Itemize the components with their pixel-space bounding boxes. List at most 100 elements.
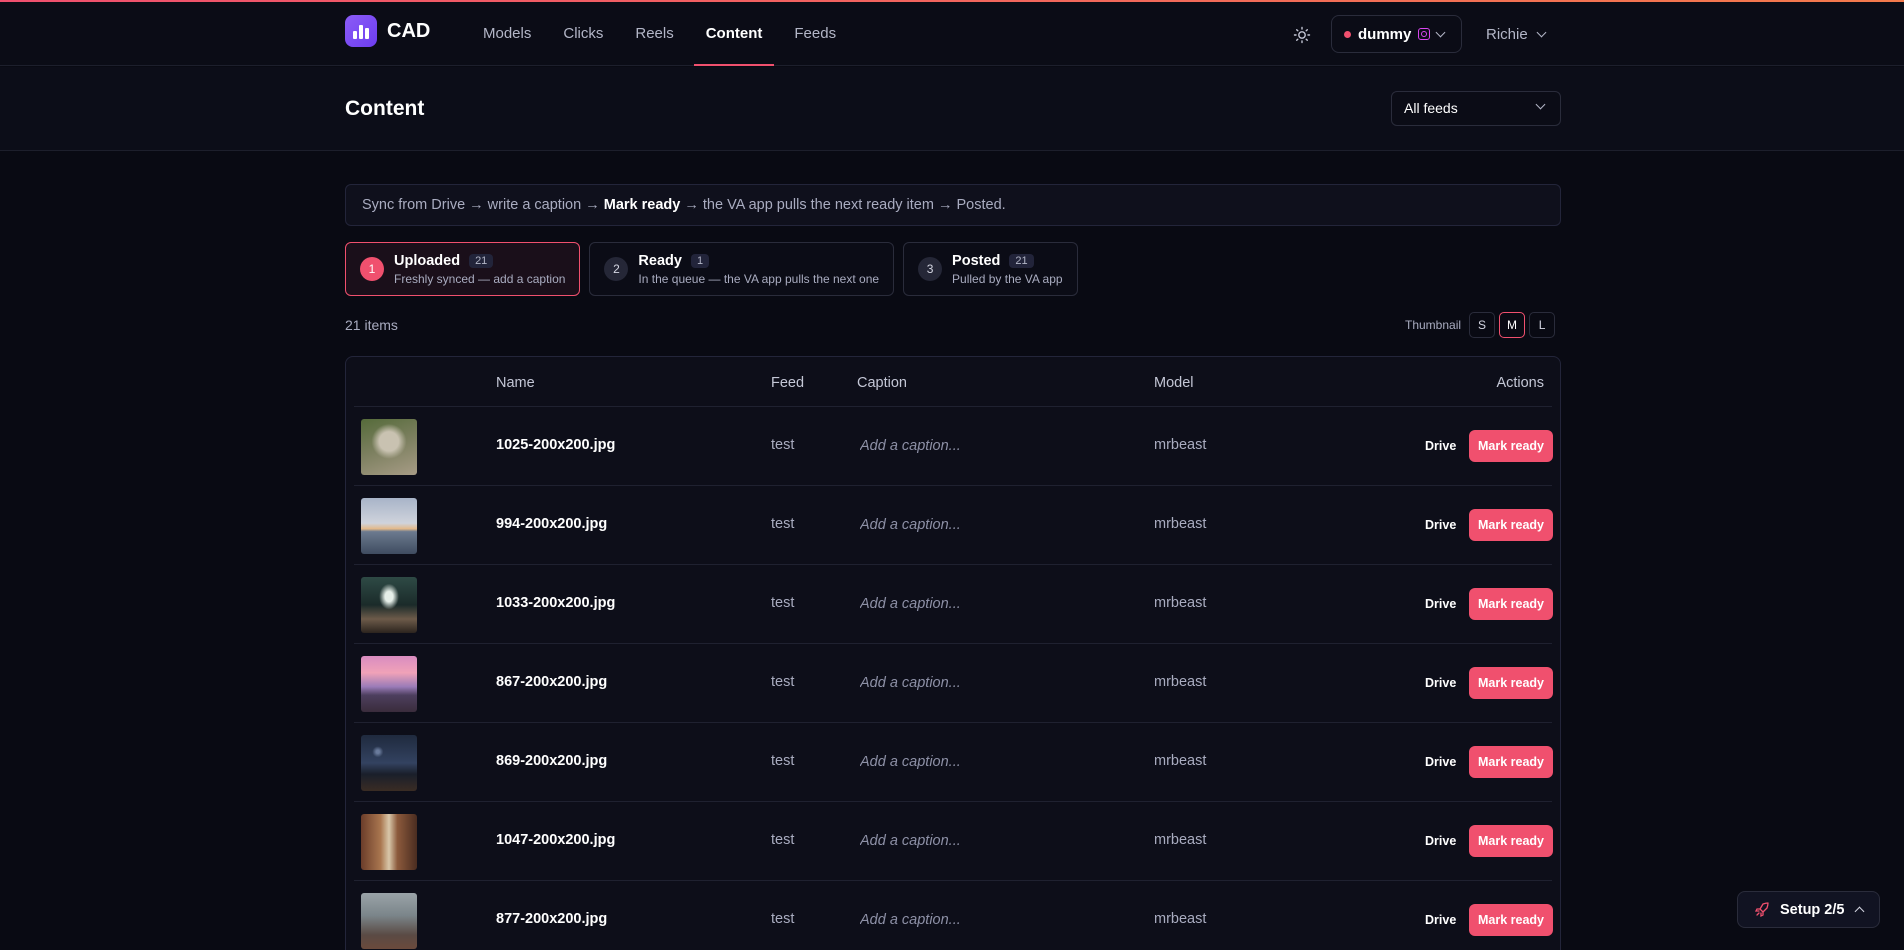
table-row: 994-200x200.jpg test mrbeast Drive Mark read… xyxy=(354,486,1553,565)
info-text-before: Sync from Drive → write a caption → xyxy=(362,197,604,213)
step-title: Posted xyxy=(952,252,1001,269)
size-s-button[interactable]: S xyxy=(1469,312,1496,338)
caption-input[interactable] xyxy=(860,830,1120,852)
feed-value: test xyxy=(771,832,795,848)
thumbnail-label: Thumbnail xyxy=(1405,318,1462,332)
nav-content[interactable]: Content xyxy=(690,2,779,66)
chevron-down-icon xyxy=(1535,99,1546,110)
size-m-button[interactable]: M xyxy=(1499,312,1526,338)
table-row: 877-200x200.jpg test mrbeast Drive Mark read… xyxy=(354,881,1553,950)
sun-icon[interactable] xyxy=(1293,26,1311,44)
step-posted[interactable]: 3 Posted 21 Pulled by the VA app xyxy=(903,242,1078,296)
nav-feeds[interactable]: Feeds xyxy=(778,2,852,66)
drive-link[interactable]: Drive xyxy=(1425,518,1456,532)
model-value: mrbeast xyxy=(1154,516,1207,532)
step-ready[interactable]: 2 Ready 1 In the queue — the VA app pulls… xyxy=(589,242,895,296)
drive-link[interactable]: Drive xyxy=(1425,755,1456,769)
feed-filter-value: All feeds xyxy=(1404,100,1458,116)
user-menu[interactable]: Richie xyxy=(1486,15,1547,53)
thumbnail-image[interactable] xyxy=(361,419,417,475)
step-count: 21 xyxy=(469,253,494,268)
mark-ready-button[interactable]: Mark ready xyxy=(1469,430,1553,462)
caption-input[interactable] xyxy=(860,593,1120,615)
items-count: 21 items xyxy=(345,317,398,333)
step-subtitle: Pulled by the VA app xyxy=(952,271,1063,286)
mark-ready-button[interactable]: Mark ready xyxy=(1469,667,1553,699)
model-value: mrbeast xyxy=(1154,832,1207,848)
step-subtitle: Freshly synced — add a caption xyxy=(394,271,566,286)
model-value: mrbeast xyxy=(1154,911,1207,927)
content-table: Name Feed Caption Model Actions 1025-200… xyxy=(345,356,1561,950)
size-l-button[interactable]: L xyxy=(1529,312,1556,338)
feed-value: test xyxy=(771,753,795,769)
step-uploaded[interactable]: 1 Uploaded 21 Freshly synced — add a capt… xyxy=(345,242,581,296)
mark-ready-button[interactable]: Mark ready xyxy=(1469,904,1553,936)
thumbnail-image[interactable] xyxy=(361,498,417,554)
header-actions: Actions xyxy=(1496,375,1544,391)
caption-input[interactable] xyxy=(860,672,1120,694)
feed-value: test xyxy=(771,595,795,611)
rocket-icon xyxy=(1754,901,1769,917)
thumbnail-image[interactable] xyxy=(361,814,417,870)
step-count: 1 xyxy=(690,253,710,268)
drive-link[interactable]: Drive xyxy=(1425,913,1456,927)
info-text-after: → the VA app pulls the next ready item →… xyxy=(680,197,1006,213)
table-row: 1025-200x200.jpg test mrbeast Drive Mark rea… xyxy=(354,407,1553,486)
main-nav: Models Clicks Reels Content Feeds xyxy=(467,2,852,66)
caption-input[interactable] xyxy=(860,514,1120,536)
feed-value: test xyxy=(771,674,795,690)
nav-clicks[interactable]: Clicks xyxy=(547,2,619,66)
thumbnail-image[interactable] xyxy=(361,656,417,712)
file-name: 1033-200x200.jpg xyxy=(496,595,616,611)
page-header xyxy=(0,67,1904,151)
app-name: CAD xyxy=(387,19,431,42)
feed-value: test xyxy=(771,516,795,532)
step-number: 2 xyxy=(604,257,629,281)
thumbnail-image[interactable] xyxy=(361,577,417,633)
app-logo[interactable]: CAD xyxy=(345,15,430,47)
caption-input[interactable] xyxy=(860,751,1120,773)
header-feed: Feed xyxy=(771,375,805,391)
thumbnail-image[interactable] xyxy=(361,735,417,791)
mark-ready-button[interactable]: Mark ready xyxy=(1469,825,1553,857)
header-model: Model xyxy=(1154,375,1194,391)
feed-value: test xyxy=(771,911,795,927)
file-name: 877-200x200.jpg xyxy=(496,911,608,927)
drive-link[interactable]: Drive xyxy=(1425,439,1456,453)
step-count: 21 xyxy=(1009,253,1034,268)
table-row: 869-200x200.jpg test mrbeast Drive Mark read… xyxy=(354,723,1553,802)
thumbnail-size-toggle: Thumbnail S M L xyxy=(1405,312,1556,338)
drive-link[interactable]: Drive xyxy=(1425,676,1456,690)
status-steps: 1 Uploaded 21 Freshly synced — add a capt… xyxy=(345,242,1078,296)
page-title: Content xyxy=(345,97,425,120)
step-subtitle: In the queue — the VA app pulls the next… xyxy=(638,271,880,286)
table-row: 1047-200x200.jpg test mrbeast Drive Mark rea… xyxy=(354,802,1553,881)
thumbnail-image[interactable] xyxy=(361,893,417,949)
mark-ready-button[interactable]: Mark ready xyxy=(1469,588,1553,620)
chevron-down-icon xyxy=(1435,27,1446,37)
drive-link[interactable]: Drive xyxy=(1425,834,1456,848)
file-name: 1025-200x200.jpg xyxy=(496,437,616,453)
file-name: 1047-200x200.jpg xyxy=(496,832,616,848)
instagram-icon xyxy=(1418,28,1431,40)
chevron-up-icon xyxy=(1855,906,1865,917)
nav-models[interactable]: Models xyxy=(467,2,547,66)
mark-ready-button[interactable]: Mark ready xyxy=(1469,746,1553,778)
step-title: Uploaded xyxy=(394,252,461,269)
setup-progress-button[interactable]: Setup 2/5 xyxy=(1737,891,1880,928)
nav-reels[interactable]: Reels xyxy=(619,2,689,66)
info-text-bold: Mark ready xyxy=(603,197,681,213)
user-name: Richie xyxy=(1486,25,1528,43)
chevron-down-icon xyxy=(1536,27,1547,37)
caption-input[interactable] xyxy=(860,909,1120,931)
account-switcher[interactable]: dummy xyxy=(1331,15,1462,53)
model-value: mrbeast xyxy=(1154,753,1207,769)
feed-filter-select[interactable]: All feeds xyxy=(1391,91,1561,126)
table-row: 1033-200x200.jpg test mrbeast Drive Mark rea… xyxy=(354,565,1553,644)
top-navbar: CAD Models Clicks Reels Content Feeds du… xyxy=(0,2,1904,66)
setup-label: Setup 2/5 xyxy=(1780,901,1845,918)
drive-link[interactable]: Drive xyxy=(1425,597,1456,611)
mark-ready-button[interactable]: Mark ready xyxy=(1469,509,1553,541)
account-name: dummy xyxy=(1358,25,1412,43)
caption-input[interactable] xyxy=(860,435,1120,457)
